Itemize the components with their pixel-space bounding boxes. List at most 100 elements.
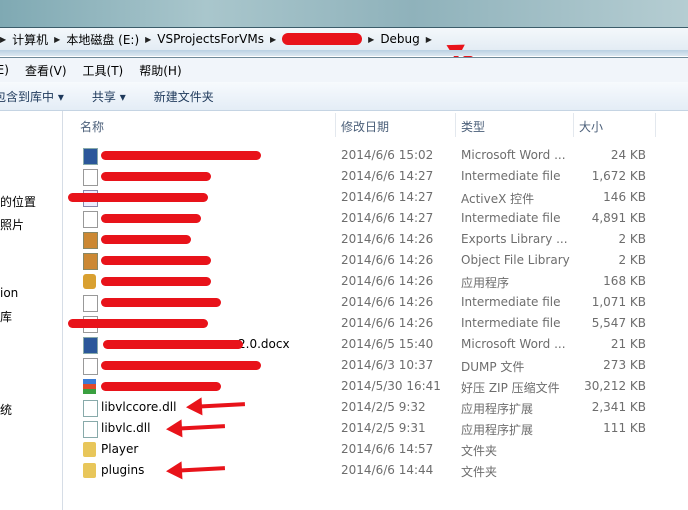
breadcrumb-folder[interactable]: VSProjectsForVMs <box>157 32 264 46</box>
redaction-mark <box>68 193 208 202</box>
address-bar[interactable]: ▶ 计算机 ▶ 本地磁盘 (E:) ▶ VSProjectsForVMs ▶ ▶ De… <box>0 27 688 51</box>
file-date: 2014/6/6 14:26 <box>341 274 434 288</box>
file-row[interactable]: 2014/6/6 14:26 Exports Library ... 2 KB <box>63 229 688 250</box>
chevron-right-icon: ▶ <box>54 34 61 44</box>
nav-item[interactable]: 库 <box>0 308 12 325</box>
new-folder-button[interactable]: 新建文件夹 <box>154 88 214 105</box>
file-date: 2014/2/5 9:31 <box>341 421 426 435</box>
column-size[interactable]: 大小 <box>579 118 603 135</box>
menu-tools[interactable]: 工具(T) <box>83 62 124 79</box>
nav-item[interactable]: 统 <box>0 401 12 418</box>
file-row[interactable]: Player 2014/6/6 14:57 文件夹 <box>63 439 688 460</box>
redaction-mark <box>101 298 221 307</box>
file-size: 2 KB <box>618 253 646 267</box>
navigation-pane: 的位置 照片 ion 库 统 <box>0 111 63 510</box>
redaction-mark <box>101 277 211 286</box>
menu-help[interactable]: 帮助(H) <box>139 62 181 79</box>
file-row[interactable]: 2014/6/6 15:02 Microsoft Word ... 24 KB <box>63 145 688 166</box>
folder-icon <box>83 463 96 478</box>
file-type: 好压 ZIP 压缩文件 <box>461 381 560 395</box>
file-type: Intermediate file <box>461 211 561 225</box>
breadcrumb-computer[interactable]: 计算机 <box>12 31 48 48</box>
file-type: Exports Library ... <box>461 232 568 246</box>
file-row[interactable]: 2014/6/3 10:37 DUMP 文件 273 KB <box>63 355 688 376</box>
file-row[interactable]: 2014/6/6 14:27 Intermediate file 4,891 K… <box>63 208 688 229</box>
file-date: 2014/5/30 16:41 <box>341 379 441 393</box>
file-name: plugins <box>101 463 145 477</box>
exe-icon <box>83 274 96 289</box>
file-icon <box>83 211 98 228</box>
file-type: 应用程序扩展 <box>461 402 534 416</box>
file-row[interactable]: 2014/6/6 14:27 Intermediate file 1,672 K… <box>63 166 688 187</box>
address-strip <box>0 50 688 56</box>
nav-item[interactable]: 的位置 <box>0 193 36 210</box>
file-type: ActiveX 控件 <box>461 192 535 206</box>
file-size: 2,341 KB <box>591 400 646 414</box>
file-name: Player <box>101 442 139 456</box>
file-row[interactable]: 2014/6/6 14:26 Intermediate file 5,547 K… <box>63 313 688 334</box>
library-icon <box>83 253 98 270</box>
file-type: Intermediate file <box>461 295 561 309</box>
file-size: 146 KB <box>603 190 646 204</box>
column-type[interactable]: 类型 <box>461 118 485 135</box>
zip-icon <box>83 379 96 394</box>
file-size: 1,672 KB <box>591 169 646 183</box>
file-date: 2014/6/6 14:57 <box>341 442 434 456</box>
redaction-mark <box>103 340 243 349</box>
file-type: Microsoft Word ... <box>461 337 566 351</box>
menu-view[interactable]: 查看(V) <box>25 62 67 79</box>
window-titlebar-blurred <box>0 0 688 27</box>
file-row[interactable]: libvlc.dll 2014/2/5 9:31 应用程序扩展 111 KB <box>63 418 688 439</box>
file-row[interactable]: 2014/6/6 14:26 Object File Library 2 KB <box>63 250 688 271</box>
file-date: 2014/6/6 14:26 <box>341 295 434 309</box>
file-date: 2014/2/5 9:32 <box>341 400 426 414</box>
file-type: 文件夹 <box>461 444 498 458</box>
file-row[interactable]: 2014/5/30 16:41 好压 ZIP 压缩文件 30,212 KB <box>63 376 688 397</box>
share-button[interactable]: 共享 ▾ <box>92 88 126 105</box>
include-in-library-button[interactable]: 包含到库中 ▾ <box>0 88 64 105</box>
file-row[interactable]: plugins 2014/6/6 14:44 文件夹 <box>63 460 688 481</box>
dll-icon <box>83 421 98 438</box>
file-icon <box>83 295 98 312</box>
redaction-mark <box>101 172 211 181</box>
breadcrumb-drive[interactable]: 本地磁盘 (E:) <box>66 31 139 48</box>
file-size: 5,547 KB <box>591 316 646 330</box>
nav-item[interactable]: ion <box>0 286 18 300</box>
dll-icon <box>83 400 98 417</box>
file-size: 168 KB <box>603 274 646 288</box>
file-row[interactable]: libvlccore.dll 2014/2/5 9:32 应用程序扩展 2,34… <box>63 397 688 418</box>
file-name: 2.0.docx <box>238 337 290 351</box>
file-size: 30,212 KB <box>584 379 646 393</box>
redaction-mark <box>101 361 261 370</box>
menu-edit[interactable]: (E) <box>0 63 9 77</box>
redaction-mark <box>101 235 191 244</box>
file-date: 2014/6/6 14:27 <box>341 169 434 183</box>
toolbar: 包含到库中 ▾ 共享 ▾ 新建文件夹 <box>0 82 688 111</box>
file-type: 应用程序 <box>461 276 510 290</box>
column-date[interactable]: 修改日期 <box>341 118 389 135</box>
word-doc-icon <box>83 148 98 165</box>
chevron-right-icon: ▶ <box>0 34 7 44</box>
file-size: 21 KB <box>610 337 646 351</box>
folder-icon <box>83 442 96 457</box>
file-size: 273 KB <box>603 358 646 372</box>
file-row[interactable]: 2014/6/6 14:26 应用程序 168 KB <box>63 271 688 292</box>
file-row[interactable]: 2014/6/6 14:26 Intermediate file 1,071 K… <box>63 292 688 313</box>
file-date: 2014/6/6 14:26 <box>341 316 434 330</box>
file-type: DUMP 文件 <box>461 360 525 374</box>
file-size: 1,071 KB <box>591 295 646 309</box>
library-icon <box>83 232 98 249</box>
file-row[interactable]: 2.0.docx 2014/6/5 15:40 Microsoft Word .… <box>63 334 688 355</box>
column-name[interactable]: 名称 <box>80 118 104 135</box>
nav-item[interactable]: 照片 <box>0 216 24 233</box>
redaction-mark <box>101 151 261 160</box>
share-label: 共享 <box>91 89 116 104</box>
breadcrumb-debug[interactable]: Debug <box>380 32 419 46</box>
menu-bar: (E) 查看(V) 工具(T) 帮助(H) <box>0 57 688 82</box>
redaction-mark <box>101 382 221 391</box>
file-name: libvlccore.dll <box>101 400 177 414</box>
chevron-right-icon[interactable]: ▶ <box>426 35 432 44</box>
chevron-right-icon: ▶ <box>145 34 152 44</box>
file-row[interactable]: 2014/6/6 14:27 ActiveX 控件 146 KB <box>63 187 688 208</box>
file-type: 应用程序扩展 <box>461 423 534 437</box>
